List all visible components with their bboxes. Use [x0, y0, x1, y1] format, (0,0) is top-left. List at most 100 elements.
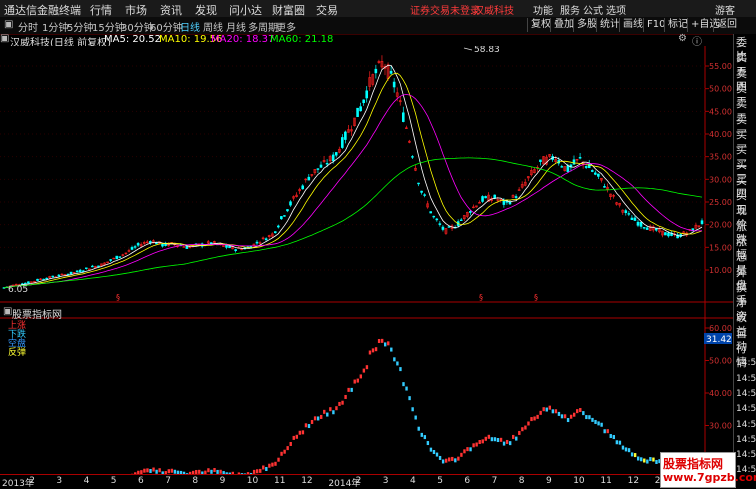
indicator-bar	[482, 439, 484, 443]
indicator-bar	[341, 401, 343, 405]
menu-gongneng[interactable]: 功能	[533, 2, 553, 17]
candle-body	[46, 278, 48, 279]
month-label: 10	[247, 476, 258, 486]
period-bar: ▣ 分时 1分钟 5分钟 15分钟 30分钟 60分钟 日线 周线 月线 多周期…	[0, 17, 756, 35]
indicator-bar	[454, 458, 456, 462]
month-label: 8	[192, 476, 198, 486]
quote-side-panel: 委比卖五卖四卖三卖二卖一买一买二买三买四买五现价涨跌涨幅总量外盘换手净资收益自动…	[733, 34, 756, 487]
period-more[interactable]: 更多	[276, 19, 296, 34]
month-label: 7	[492, 476, 498, 486]
indicator-bar	[475, 443, 477, 447]
indicator-bar	[317, 416, 319, 420]
candle-body	[27, 282, 29, 284]
period-30min[interactable]: 30分钟	[121, 19, 154, 34]
candle-body	[116, 256, 118, 259]
indicator-bar	[439, 456, 441, 460]
candle-body	[149, 241, 151, 242]
ma5-value: MA5: 20.52	[104, 34, 161, 45]
candle-body	[375, 69, 377, 73]
month-label: 12	[301, 476, 312, 486]
indicator-toggle-icon[interactable]: ▣	[3, 306, 12, 317]
indicator-bar	[308, 424, 310, 428]
settings-icon[interactable]: ⚙	[678, 33, 687, 44]
menu-item-faxian[interactable]: 发现	[195, 2, 217, 18]
indicator-bar	[591, 418, 593, 422]
candle-body	[283, 216, 285, 217]
period-15min[interactable]: 15分钟	[92, 19, 125, 34]
indicator-bar	[625, 447, 627, 451]
back-button[interactable]: 返回	[713, 18, 740, 32]
menu-xuanxiang[interactable]: 选项	[606, 2, 626, 17]
indicator-bar	[293, 436, 295, 440]
indicator-bar	[631, 452, 633, 456]
indicator-bar	[299, 431, 301, 435]
candle-body	[265, 239, 267, 240]
event-marker[interactable]: §	[116, 293, 120, 302]
indicator-bar	[408, 396, 410, 400]
price-tick-label: 25.00	[709, 198, 732, 207]
indicator-bar	[536, 415, 538, 419]
side-panel-label: 14:50	[736, 434, 756, 448]
login-notice[interactable]: 证券交易未登录	[410, 2, 480, 17]
candle-body	[597, 174, 599, 176]
candle-body	[643, 227, 645, 228]
period-fenshi[interactable]: 分时	[18, 19, 38, 34]
indicator-bar	[149, 469, 151, 473]
indicator-bar	[478, 440, 480, 444]
menu-gongshi[interactable]: 公式	[583, 2, 603, 17]
menu-item-jiaoyi[interactable]: 交易	[316, 2, 338, 18]
user-label[interactable]: 游客	[715, 2, 735, 17]
period-60min[interactable]: 60分钟	[150, 19, 183, 34]
indicator-bar	[427, 441, 429, 445]
indicator-bar	[421, 433, 423, 437]
draw-line-button[interactable]: 画线	[619, 18, 646, 32]
indicator-bar	[396, 361, 398, 365]
indicator-bar	[594, 420, 596, 424]
indicator-bar	[472, 443, 474, 447]
indicator-bar	[652, 458, 654, 462]
ma-info-bar: ▣ 汉威科技(日线 前复权) MA5: 20.52 MA10: 19.56 MA…	[0, 34, 710, 46]
period-daily[interactable]: 日线	[180, 19, 200, 34]
menu-item-zixun[interactable]: 资讯	[160, 2, 182, 18]
event-marker[interactable]: §	[479, 293, 483, 302]
period-weekly[interactable]: 周线	[203, 19, 223, 34]
candle-body	[229, 246, 231, 248]
candle-body	[448, 227, 450, 228]
indicator-bar	[567, 418, 569, 422]
indicator-bar	[436, 453, 438, 457]
candle-body	[402, 113, 404, 122]
indicator-tick-label: 40.00	[709, 389, 732, 398]
period-1min[interactable]: 1分钟	[42, 19, 68, 34]
candle-body	[43, 279, 45, 280]
indicator-bar	[390, 348, 392, 352]
menu-item-shichang[interactable]: 市场	[125, 2, 147, 18]
menu-item-hangqing[interactable]: 行情	[90, 2, 112, 18]
period-5min[interactable]: 5分钟	[67, 19, 93, 34]
indicator-bar	[533, 416, 535, 420]
candle-body	[320, 165, 322, 167]
period-multi[interactable]: 多周期	[248, 19, 278, 34]
candle-body	[585, 166, 587, 167]
period-monthly[interactable]: 月线	[226, 19, 246, 34]
menu-item-wenxiaoda[interactable]: 问小达	[229, 2, 262, 18]
candle-body	[393, 82, 395, 87]
stock-notice[interactable]: 汉威科技	[474, 2, 514, 17]
watermark-title: 股票指标网	[663, 455, 723, 472]
candle-body	[186, 246, 188, 248]
candle-body	[573, 160, 575, 165]
menu-fuwu[interactable]: 服务	[560, 2, 580, 17]
chart-toggle-icon[interactable]: ▣	[0, 33, 9, 44]
side-panel-label: 14:50	[736, 357, 756, 371]
candle-body	[52, 276, 54, 277]
kline-chart[interactable]: 55.0050.0045.0040.0035.0030.0025.0020.00…	[0, 46, 733, 474]
menu-item-caifuquan[interactable]: 财富圈	[272, 2, 305, 18]
candle-body	[308, 177, 310, 180]
window-icon[interactable]: ▣	[4, 19, 13, 30]
price-tick-label: 20.00	[709, 221, 732, 230]
indicator-bar	[280, 452, 282, 456]
indicator-bar	[268, 464, 270, 468]
indicator-bar	[418, 427, 420, 431]
event-marker[interactable]: §	[534, 293, 538, 302]
indicator-bar	[460, 453, 462, 457]
indicator-bar	[302, 430, 304, 434]
